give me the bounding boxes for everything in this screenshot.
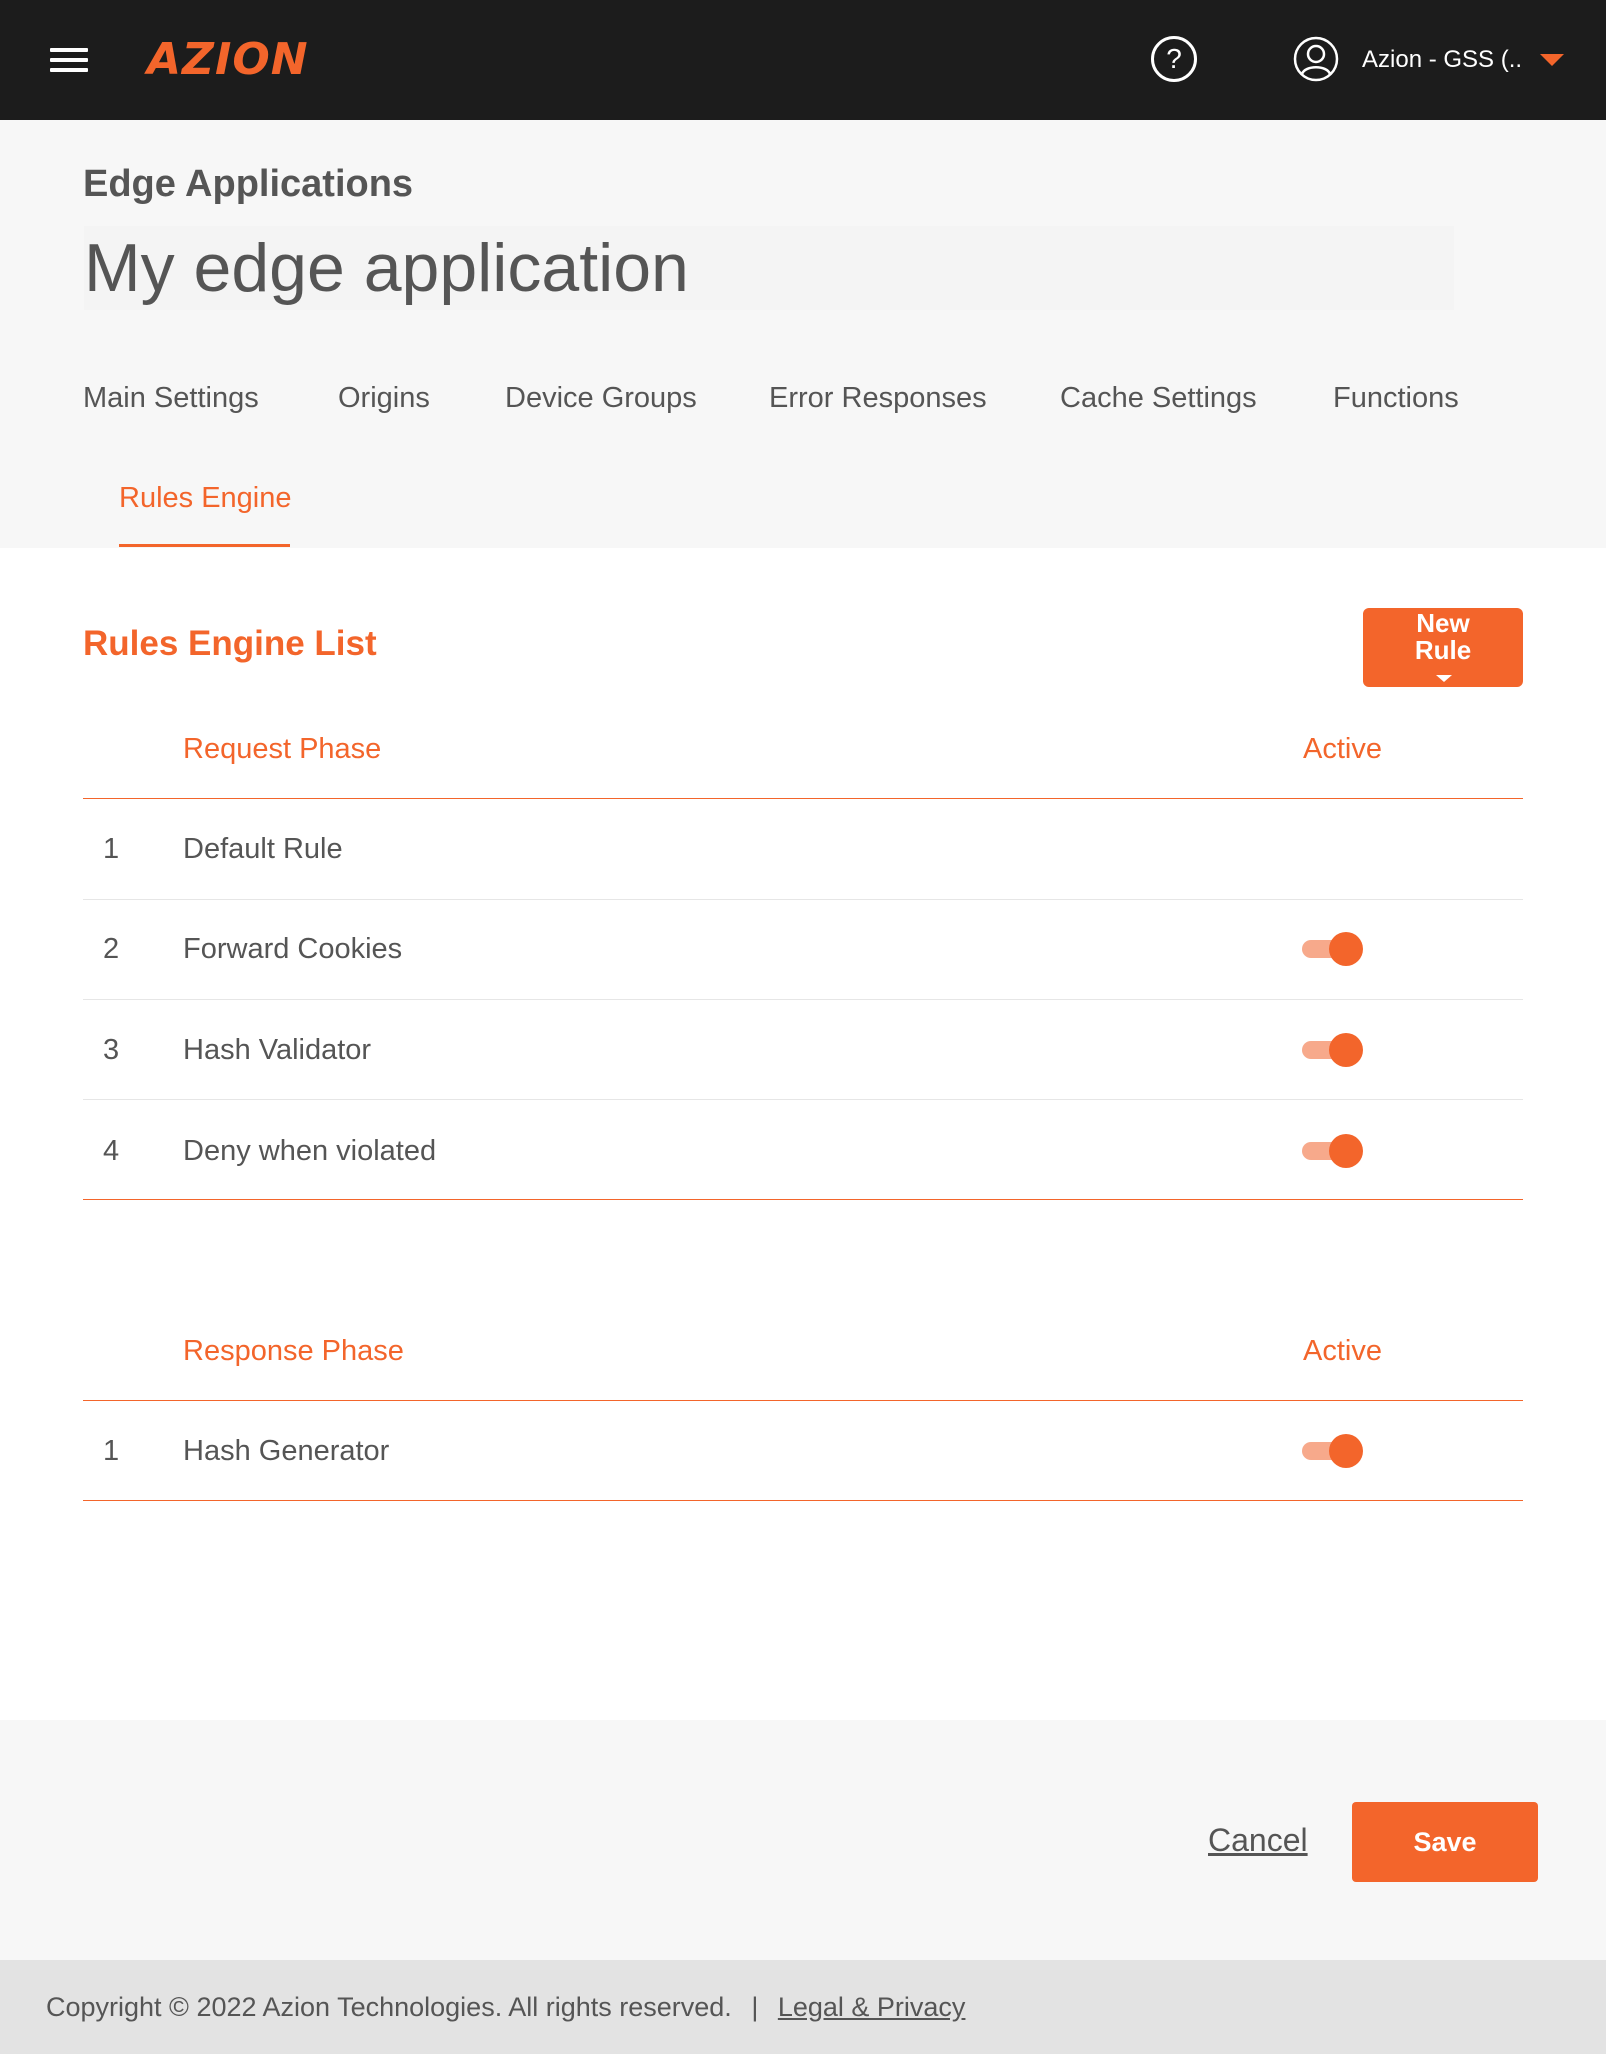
question-circle-icon[interactable]: ? (1151, 36, 1197, 82)
rule-name[interactable]: Hash Validator (183, 1032, 371, 1068)
tab-origins[interactable]: Origins (338, 380, 430, 416)
active-toggle[interactable] (1302, 1032, 1364, 1068)
copyright-notice: Copyright © 2022 Azion Technologies. All… (46, 1992, 732, 2022)
breadcrumb[interactable]: Edge Applications (83, 162, 413, 206)
caret-down-icon (1436, 675, 1452, 682)
hamburger-menu-icon[interactable] (50, 46, 88, 74)
tab-cache-settings[interactable]: Cache Settings (1060, 380, 1257, 416)
top-navigation-bar: AZION ? Azion - GSS (... (0, 0, 1606, 120)
response-active-header: Active (1303, 1335, 1382, 1367)
rule-index: 3 (103, 1034, 120, 1066)
rule-name[interactable]: Hash Generator (183, 1433, 389, 1469)
row-divider (83, 1099, 1523, 1100)
row-divider (83, 999, 1523, 1000)
application-name-field[interactable]: My edge application (84, 226, 1454, 310)
row-divider (83, 899, 1523, 900)
active-toggle[interactable] (1302, 1433, 1364, 1469)
active-tab-indicator (119, 544, 290, 547)
active-toggle[interactable] (1302, 1133, 1364, 1169)
azion-logo[interactable]: AZION (147, 36, 309, 84)
table-divider (83, 1199, 1523, 1200)
save-button[interactable]: Save (1352, 1802, 1538, 1882)
new-rule-label: New Rule (1414, 608, 1472, 665)
footer-separator: | (751, 1992, 759, 2022)
cancel-link[interactable]: Cancel (1208, 1820, 1308, 1860)
tab-rules-engine[interactable]: Rules Engine (119, 480, 292, 516)
caret-down-icon[interactable] (1540, 54, 1564, 66)
table-divider (83, 1500, 1523, 1501)
request-active-header: Active (1303, 733, 1382, 765)
section-title: Rules Engine List (83, 624, 377, 663)
rule-index: 1 (103, 1435, 120, 1467)
rule-index: 2 (103, 933, 120, 965)
tab-error-responses[interactable]: Error Responses (769, 380, 987, 416)
copyright-text: Copyright © 2022 Azion Technologies. All… (46, 1990, 965, 2024)
tab-main-settings[interactable]: Main Settings (83, 380, 259, 416)
table-divider (83, 798, 1523, 799)
new-rule-button[interactable]: New Rule (1363, 608, 1523, 687)
rule-name[interactable]: Forward Cookies (183, 931, 402, 967)
rule-index: 1 (103, 833, 120, 865)
table-divider (83, 1400, 1523, 1401)
tab-functions[interactable]: Functions (1333, 380, 1459, 416)
rule-name[interactable]: Default Rule (183, 831, 343, 867)
legal-privacy-link[interactable]: Legal & Privacy (778, 1992, 966, 2022)
rule-name[interactable]: Deny when violated (183, 1133, 436, 1169)
account-name[interactable]: Azion - GSS (... (1362, 44, 1522, 76)
active-toggle[interactable] (1302, 931, 1364, 967)
request-phase-header: Request Phase (183, 733, 382, 765)
user-circle-icon[interactable] (1293, 36, 1339, 82)
response-phase-header: Response Phase (183, 1335, 404, 1367)
rule-index: 4 (103, 1135, 120, 1167)
tab-device-groups[interactable]: Device Groups (505, 380, 697, 416)
